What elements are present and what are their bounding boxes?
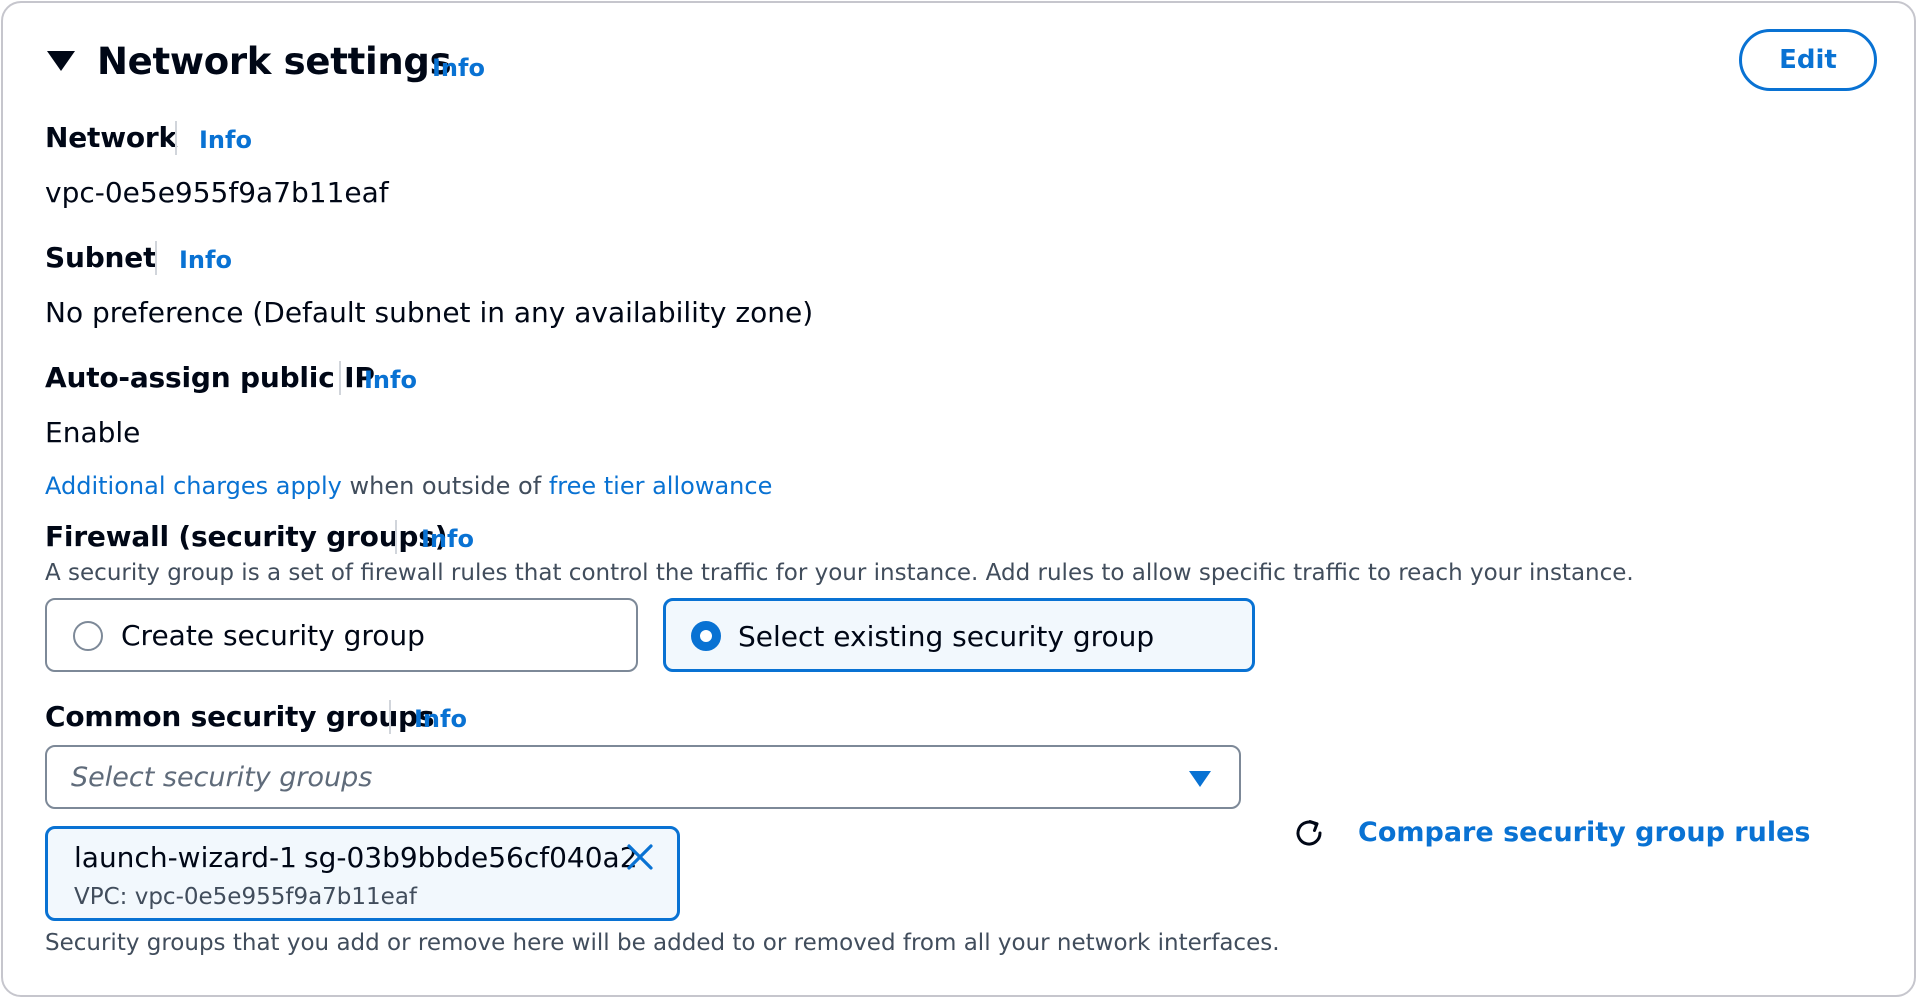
network-label: Network (45, 121, 177, 154)
network-info-link[interactable]: Info (199, 125, 252, 155)
subnet-info-link[interactable]: Info (179, 245, 232, 275)
subnet-divider (155, 241, 157, 275)
firewall-info-link[interactable]: Info (421, 524, 474, 554)
section-info-link[interactable]: Info (432, 53, 485, 83)
public-ip-label: Auto-assign public IP (45, 361, 375, 394)
select-existing-security-group-option[interactable]: Select existing security group (663, 598, 1255, 672)
radio-unselected[interactable] (73, 621, 103, 651)
select-existing-security-group-label: Select existing security group (738, 620, 1155, 653)
firewall-description: A security group is a set of firewall ru… (45, 560, 1634, 586)
refresh-icon[interactable] (1291, 815, 1327, 851)
close-icon[interactable] (626, 843, 654, 871)
charges-note-text: when outside of (341, 472, 549, 500)
security-groups-placeholder: Select security groups (71, 762, 373, 793)
network-divider (175, 121, 177, 155)
section-title: Network settings (97, 40, 452, 83)
edit-button[interactable]: Edit (1739, 29, 1877, 91)
create-security-group-label: Create security group (121, 619, 425, 652)
common-groups-label: Common security groups (45, 700, 435, 733)
additional-charges-link[interactable]: Additional charges apply (45, 472, 342, 500)
network-settings-panel: Network settings Info Edit Network Info … (1, 1, 1916, 997)
charges-note: Additional charges apply when outside of… (45, 471, 772, 501)
firewall-label: Firewall (security groups) (45, 520, 448, 553)
token-group-name: launch-wizard-1 (74, 841, 297, 874)
token-vpc: VPC: vpc-0e5e955f9a7b11eaf (74, 884, 418, 910)
security-group-token: launch-wizard-1 sg-03b9bbde56cf040a2 VPC… (45, 826, 680, 921)
dropdown-arrow-icon[interactable] (1189, 771, 1211, 787)
security-groups-footer: Security groups that you add or remove h… (45, 930, 1280, 956)
public-ip-info-link[interactable]: Info (364, 365, 417, 395)
network-value: vpc-0e5e955f9a7b11eaf (45, 176, 389, 209)
subnet-value: No preference (Default subnet in any ava… (45, 296, 814, 329)
compare-rules-link[interactable]: Compare security group rules (1358, 816, 1810, 850)
security-groups-select[interactable]: Select security groups (45, 745, 1241, 809)
radio-selected[interactable] (691, 621, 721, 651)
caret-down-icon[interactable] (47, 51, 75, 71)
public-ip-value: Enable (45, 416, 141, 449)
public-ip-divider (339, 361, 341, 395)
firewall-divider (395, 520, 397, 554)
create-security-group-option[interactable]: Create security group (45, 598, 638, 672)
common-groups-info-link[interactable]: Info (414, 704, 467, 734)
free-tier-link[interactable]: free tier allowance (549, 472, 773, 500)
common-groups-divider (389, 700, 391, 734)
token-group-id: sg-03b9bbde56cf040a2 (304, 841, 638, 874)
subnet-label: Subnet (45, 241, 157, 274)
